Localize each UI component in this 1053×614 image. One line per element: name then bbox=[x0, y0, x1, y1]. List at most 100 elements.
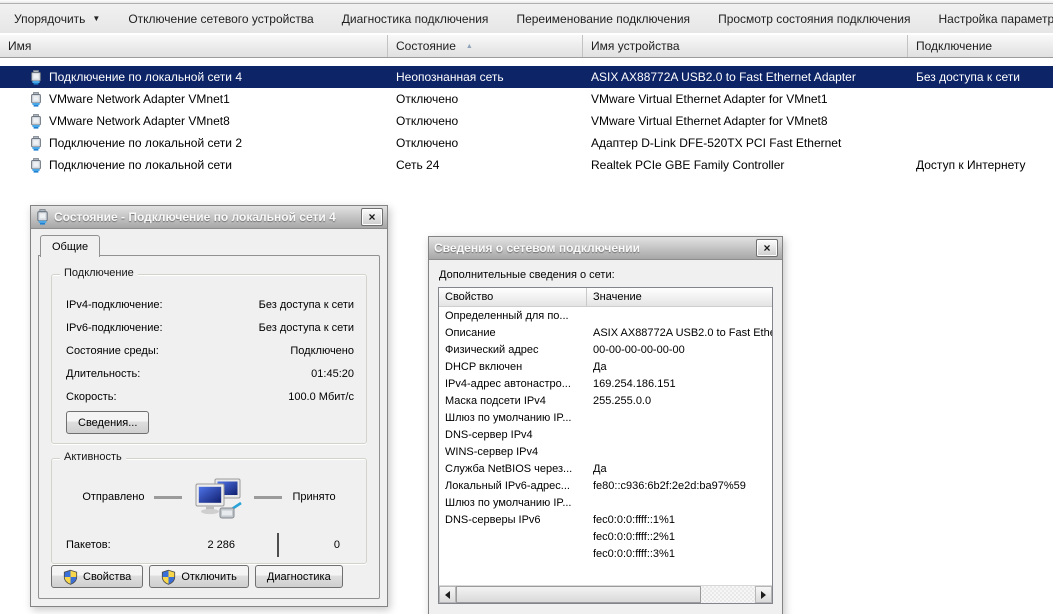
sent-label: Отправлено bbox=[82, 491, 144, 503]
details-subtitle: Дополнительные сведения о сети: bbox=[439, 269, 615, 281]
uac-shield-icon bbox=[161, 569, 176, 585]
network-connection-icon bbox=[36, 209, 49, 225]
column-header-name[interactable]: Имя bbox=[0, 35, 388, 57]
property-column-header[interactable]: Свойство bbox=[439, 288, 587, 306]
network-connection-icon bbox=[30, 136, 42, 151]
scroll-right-button[interactable] bbox=[755, 586, 772, 603]
scrollbar-thumb[interactable] bbox=[456, 586, 701, 603]
connection-state: Неопознанная сеть bbox=[388, 70, 583, 84]
horizontal-scrollbar[interactable] bbox=[439, 585, 772, 603]
connection-name: VMware Network Adapter VMnet1 bbox=[49, 92, 230, 106]
close-icon: × bbox=[368, 211, 375, 223]
status-dialog-titlebar[interactable]: Состояние - Подключение по локальной сет… bbox=[31, 206, 387, 229]
diagnose-button[interactable]: Диагностика bbox=[255, 565, 343, 588]
ipv6-connectivity-value: Без доступа к сети bbox=[259, 322, 366, 334]
table-row[interactable]: Маска подсети IPv4 255.255.0.0 bbox=[439, 392, 772, 409]
details-dialog-titlebar[interactable]: Сведения о сетевом подключении × bbox=[429, 237, 782, 260]
duration-value: 01:45:20 bbox=[311, 368, 366, 380]
connection-name: Подключение по локальной сети bbox=[49, 158, 232, 172]
column-header-device[interactable]: Имя устройства bbox=[583, 35, 908, 57]
device-name: VMware Virtual Ethernet Adapter for VMne… bbox=[583, 92, 908, 106]
speed-label: Скорость: bbox=[52, 391, 117, 403]
chevron-down-icon: ▼ bbox=[92, 14, 100, 23]
received-dash bbox=[254, 496, 282, 499]
table-row[interactable]: Подключение по локальной сети 4 Неопозна… bbox=[0, 66, 1053, 88]
table-row[interactable]: fec0:0:0:ffff::3%1 bbox=[439, 545, 772, 562]
ipv6-connectivity-label: IPv6-подключение: bbox=[52, 322, 163, 334]
column-header-state[interactable]: Состояние ▲ bbox=[388, 35, 583, 57]
table-row[interactable]: Служба NetBIOS через... Да bbox=[439, 460, 772, 477]
details-dialog-title: Сведения о сетевом подключении bbox=[434, 241, 751, 255]
table-row[interactable]: DNS-серверы IPv6 fec0:0:0:ffff::1%1 bbox=[439, 511, 772, 528]
value-column-header[interactable]: Значение bbox=[587, 288, 772, 306]
connections-list: Подключение по локальной сети 4 Неопозна… bbox=[0, 66, 1053, 176]
network-connection-icon bbox=[30, 70, 42, 85]
table-row[interactable]: Описание ASIX AX88772A USB2.0 to Fast Et… bbox=[439, 324, 772, 341]
scroll-right-icon bbox=[761, 591, 766, 599]
device-name: VMware Virtual Ethernet Adapter for VMne… bbox=[583, 114, 908, 128]
view-status-button[interactable]: Просмотр состояния подключения bbox=[718, 12, 910, 26]
packets-received-value: 0 bbox=[279, 539, 366, 551]
rename-connection-button[interactable]: Переименование подключения bbox=[516, 12, 690, 26]
column-header-connectivity[interactable]: Подключение bbox=[908, 35, 1053, 57]
connection-name: VMware Network Adapter VMnet8 bbox=[49, 114, 230, 128]
table-row[interactable]: DHCP включен Да bbox=[439, 358, 772, 375]
change-settings-button[interactable]: Настройка параметров подключения bbox=[939, 12, 1053, 26]
table-row[interactable]: Локальный IPv6-адрес... fe80::c936:6b2f:… bbox=[439, 477, 772, 494]
table-row[interactable]: IPv4-адрес автонастро... 169.254.186.151 bbox=[439, 375, 772, 392]
details-button[interactable]: Сведения... bbox=[66, 411, 149, 434]
table-row[interactable]: Шлюз по умолчанию IP... bbox=[439, 409, 772, 426]
device-name: Realtek PCIe GBE Family Controller bbox=[583, 158, 908, 172]
table-row[interactable]: Физический адрес 00-00-00-00-00-00 bbox=[439, 341, 772, 358]
table-row[interactable]: fec0:0:0:ffff::2%1 bbox=[439, 528, 772, 545]
table-row[interactable]: Шлюз по умолчанию IP... bbox=[439, 494, 772, 511]
tab-general[interactable]: Общие bbox=[40, 235, 100, 257]
packets-sent-value: 2 286 bbox=[147, 539, 235, 551]
scroll-left-button[interactable] bbox=[439, 586, 456, 603]
sort-ascending-icon: ▲ bbox=[466, 43, 473, 50]
network-details-dialog: Сведения о сетевом подключении × Дополни… bbox=[428, 236, 783, 614]
scrollbar-track[interactable] bbox=[456, 586, 755, 603]
network-connection-icon bbox=[30, 158, 42, 173]
activity-groupbox: Активность Отправлено Принято Пакетов: 2… bbox=[51, 458, 367, 564]
packets-row: Пакетов: 2 286 0 bbox=[52, 533, 366, 557]
organize-menu-button[interactable]: Упорядочить ▼ bbox=[14, 12, 100, 26]
general-tab-panel: Подключение IPv4-подключение: Без доступ… bbox=[38, 255, 380, 599]
connection-name: Подключение по локальной сети 4 bbox=[49, 70, 242, 84]
status-dialog-buttons: Свойства Отключить Диагностика bbox=[51, 565, 343, 588]
table-row[interactable]: VMware Network Adapter VMnet8 Отключено … bbox=[0, 110, 1053, 132]
connection-state: Отключено bbox=[388, 136, 583, 150]
diagnose-connection-button[interactable]: Диагностика подключения bbox=[342, 12, 489, 26]
scroll-left-icon bbox=[445, 591, 450, 599]
table-row[interactable]: WINS-сервер IPv4 bbox=[439, 443, 772, 460]
connectivity-status: Без доступа к сети bbox=[908, 70, 1053, 84]
connection-name: Подключение по локальной сети 2 bbox=[49, 136, 242, 150]
table-row[interactable]: DNS-сервер IPv4 bbox=[439, 426, 772, 443]
network-connections-window: Упорядочить ▼ Отключение сетевого устрой… bbox=[0, 0, 1053, 614]
list-column-headers: Имя Состояние ▲ Имя устройства Подключен… bbox=[0, 34, 1053, 58]
duration-label: Длительность: bbox=[52, 368, 140, 380]
uac-shield-icon bbox=[63, 569, 78, 585]
network-connection-icon bbox=[30, 114, 42, 129]
properties-button[interactable]: Свойства bbox=[51, 565, 143, 588]
connectivity-status: Доступ к Интернету bbox=[908, 158, 1053, 172]
table-row[interactable]: Подключение по локальной сети Сеть 24 Re… bbox=[0, 154, 1053, 176]
details-table-header: Свойство Значение bbox=[439, 288, 772, 307]
ipv4-connectivity-label: IPv4-подключение: bbox=[52, 299, 163, 311]
organize-label: Упорядочить bbox=[14, 12, 85, 26]
media-state-value: Подключено bbox=[290, 345, 366, 357]
disable-button[interactable]: Отключить bbox=[149, 565, 249, 588]
device-name: Адаптер D-Link DFE-520TX PCI Fast Ethern… bbox=[583, 136, 908, 150]
table-row[interactable]: VMware Network Adapter VMnet1 Отключено … bbox=[0, 88, 1053, 110]
disable-device-button[interactable]: Отключение сетевого устройства bbox=[128, 12, 313, 26]
details-table: Свойство Значение Определенный для по...… bbox=[438, 287, 773, 604]
command-toolbar: Упорядочить ▼ Отключение сетевого устрой… bbox=[0, 4, 1053, 33]
close-button[interactable]: × bbox=[361, 208, 383, 226]
close-button[interactable]: × bbox=[756, 239, 778, 257]
connection-state: Отключено bbox=[388, 114, 583, 128]
ipv4-connectivity-value: Без доступа к сети bbox=[259, 299, 366, 311]
table-row[interactable]: Определенный для по... bbox=[439, 307, 772, 324]
connection-state: Отключено bbox=[388, 92, 583, 106]
table-row[interactable]: Подключение по локальной сети 2 Отключен… bbox=[0, 132, 1053, 154]
connection-group-label: Подключение bbox=[60, 267, 138, 279]
